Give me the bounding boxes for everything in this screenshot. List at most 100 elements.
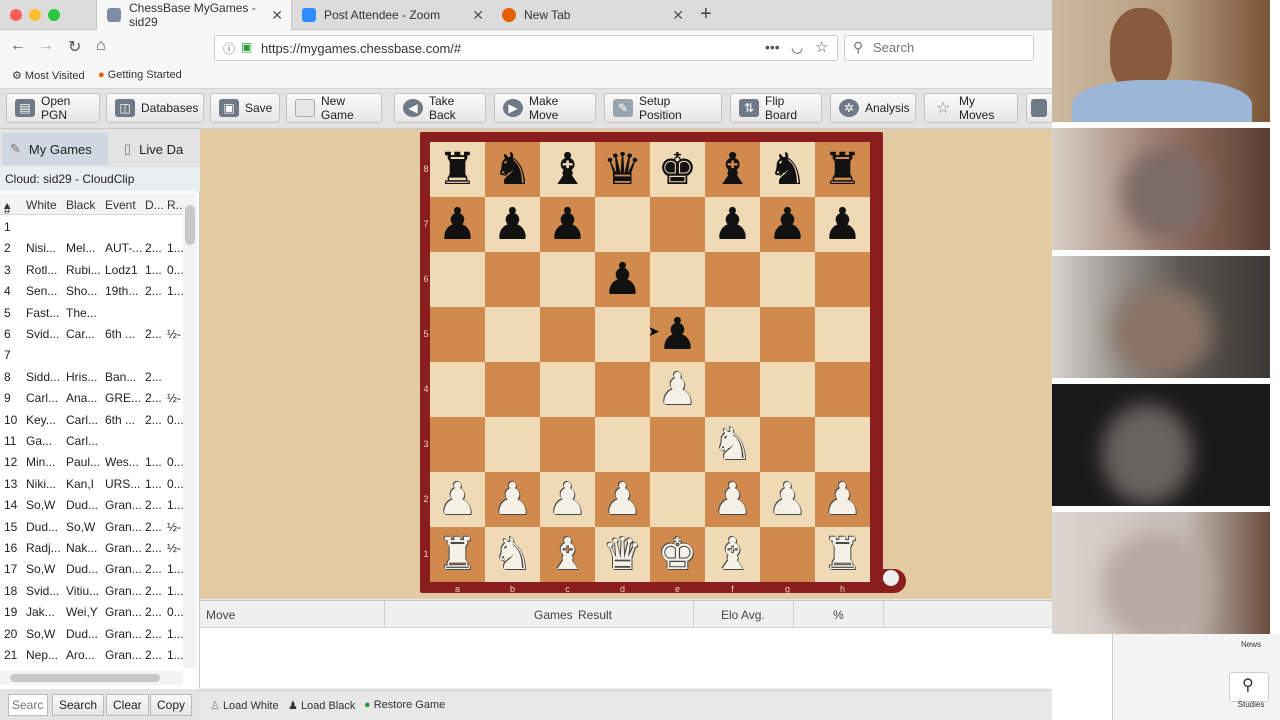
- square-a5[interactable]: [430, 307, 485, 362]
- black-bishop-icon[interactable]: ♝: [540, 142, 595, 197]
- bookmark-star-icon[interactable]: ☆: [815, 38, 828, 56]
- black-queen-icon[interactable]: ♛: [595, 142, 650, 197]
- white-pawn-icon[interactable]: ♟: [705, 472, 760, 527]
- tab-zoom[interactable]: Post Attendee - Zoom ✕: [292, 0, 492, 30]
- search-bar[interactable]: ⚲: [844, 35, 1034, 61]
- white-bishop-icon[interactable]: ♝: [540, 527, 595, 582]
- new-tab-icon[interactable]: +: [700, 3, 712, 26]
- game-search-input[interactable]: [8, 694, 48, 716]
- close-tab-icon[interactable]: ✕: [271, 7, 283, 24]
- tab-live-database[interactable]: ▯ Live Da: [116, 133, 200, 165]
- col-event[interactable]: Event: [105, 198, 136, 212]
- analysis-button[interactable]: ✲ Analysis: [830, 93, 916, 123]
- col-move[interactable]: Move: [206, 608, 235, 622]
- white-pawn-icon[interactable]: ♟: [595, 472, 650, 527]
- info-icon[interactable]: ⓘ: [223, 40, 235, 57]
- table-row[interactable]: 4 Sen... Sho... 19th... 2... 1...: [0, 280, 183, 301]
- square-h6[interactable]: [815, 252, 870, 307]
- chess-board[interactable]: ♜ ♞ ♝ ♛ ♚ ♝ ♞ ♜ ♟ ♟ ♟ ♟ ♟ ♟ ♟ ♟ ♟ ♞ ♟ ♟ ♟ ♟ ♟ ♟ ♟ ♜ ♞ ♝ ♛ ♚ ♝ ♜: [430, 142, 870, 582]
- black-king-icon[interactable]: ♚: [650, 142, 705, 197]
- table-row[interactable]: 1: [0, 216, 183, 237]
- col-black[interactable]: Black: [66, 198, 95, 212]
- square-a4[interactable]: [430, 362, 485, 417]
- bookmark-getting-started[interactable]: ● Getting Started: [98, 69, 182, 81]
- open-pgn-button[interactable]: ▤ Open PGN: [6, 93, 100, 123]
- table-row[interactable]: 5 Fast... The...: [0, 302, 183, 323]
- square-b5[interactable]: [485, 307, 540, 362]
- tab-chessbase[interactable]: ChessBase MyGames - sid29 ✕: [96, 0, 292, 30]
- black-knight-icon[interactable]: ♞: [760, 142, 815, 197]
- square-b3[interactable]: [485, 417, 540, 472]
- square-f5[interactable]: [705, 307, 760, 362]
- forward-icon[interactable]: →: [38, 37, 54, 55]
- white-pawn-icon[interactable]: ♟: [815, 472, 870, 527]
- square-h3[interactable]: [815, 417, 870, 472]
- home-icon[interactable]: ⌂: [96, 37, 106, 55]
- back-icon[interactable]: ←: [10, 37, 26, 55]
- table-row[interactable]: 15 Dud... So,W Gran... 2... ½-: [0, 516, 183, 537]
- white-rook-icon[interactable]: ♜: [815, 527, 870, 582]
- reload-icon[interactable]: ↻: [68, 37, 81, 57]
- square-e7[interactable]: [650, 197, 705, 252]
- black-knight-icon[interactable]: ♞: [485, 142, 540, 197]
- save-button[interactable]: ▣ Save: [210, 93, 280, 123]
- table-row[interactable]: 7: [0, 344, 183, 365]
- setup-position-button[interactable]: ✎ Setup Position: [604, 93, 722, 123]
- maximize-window-button[interactable]: [48, 9, 60, 21]
- white-knight-icon[interactable]: ♞: [705, 417, 760, 472]
- black-bishop-icon[interactable]: ♝: [705, 142, 760, 197]
- games-horizontal-scrollbar[interactable]: [0, 671, 183, 685]
- table-row[interactable]: 3 Rotl... Rubi... Lodz1 1... 0...: [0, 259, 183, 280]
- square-f6[interactable]: [705, 252, 760, 307]
- col-games[interactable]: Games: [534, 608, 573, 622]
- table-row[interactable]: 14 So,W Dud... Gran... 2... 1...: [0, 494, 183, 515]
- table-row[interactable]: 21 Nep... Aro... Gran... 2... 1...: [0, 644, 183, 665]
- tab-new[interactable]: New Tab ✕: [492, 0, 692, 30]
- square-c6[interactable]: [540, 252, 595, 307]
- board-resize-dot[interactable]: [883, 570, 899, 586]
- white-pawn-icon[interactable]: ♟: [485, 472, 540, 527]
- new-game-button[interactable]: New Game: [286, 93, 382, 123]
- black-pawn-icon[interactable]: ♟: [485, 197, 540, 252]
- table-row[interactable]: 6 Svid... Car... 6th ... 2... ½-: [0, 323, 183, 344]
- square-b6[interactable]: [485, 252, 540, 307]
- table-row[interactable]: 12 Min... Paul... Wes... 1... 0...: [0, 451, 183, 472]
- search-button[interactable]: Search: [52, 694, 105, 716]
- games-vertical-scrollbar[interactable]: [183, 193, 197, 668]
- restore-game-button[interactable]: ● Restore Game: [364, 699, 445, 711]
- table-row[interactable]: 13 Niki... Kan,I URS... 1... 0...: [0, 473, 183, 494]
- databases-button[interactable]: ◫ Databases: [106, 93, 204, 123]
- col-percent[interactable]: %: [833, 608, 844, 622]
- white-pawn-icon[interactable]: ♟: [540, 472, 595, 527]
- make-move-button[interactable]: ▶ Make Move: [494, 93, 596, 123]
- news-link[interactable]: News: [1223, 640, 1279, 649]
- square-d5[interactable]: [595, 307, 650, 362]
- white-king-icon[interactable]: ♚: [650, 527, 705, 582]
- url-bar[interactable]: ⓘ ▣ https://mygames.chessbase.com/# ••• …: [214, 35, 838, 61]
- square-b4[interactable]: [485, 362, 540, 417]
- square-g5[interactable]: [760, 307, 815, 362]
- table-row[interactable]: 11 Ga... Carl...: [0, 430, 183, 451]
- studies-button[interactable]: ⚲: [1229, 672, 1269, 702]
- square-a6[interactable]: [430, 252, 485, 307]
- table-row[interactable]: 8 Sidd... Hris... Ban... 2...: [0, 366, 183, 387]
- scroll-thumb[interactable]: [10, 674, 160, 682]
- clear-button[interactable]: Clear: [106, 694, 149, 716]
- square-g1[interactable]: [760, 527, 815, 582]
- square-c4[interactable]: [540, 362, 595, 417]
- table-row[interactable]: 16 Radj... Nak... Gran... 2... ½-: [0, 537, 183, 558]
- search-input[interactable]: [873, 40, 1023, 55]
- black-rook-icon[interactable]: ♜: [815, 142, 870, 197]
- black-pawn-icon[interactable]: ♟: [705, 197, 760, 252]
- take-back-button[interactable]: ◀ Take Back: [394, 93, 486, 123]
- col-white[interactable]: White: [26, 198, 57, 212]
- square-e2[interactable]: [650, 472, 705, 527]
- col-result[interactable]: Result: [578, 608, 612, 622]
- square-f4[interactable]: [705, 362, 760, 417]
- table-row[interactable]: 10 Key... Carl... 6th ... 2... 0...: [0, 409, 183, 430]
- copy-button[interactable]: Copy: [150, 694, 193, 716]
- table-row[interactable]: 18 Svid... Vitiu... Gran... 2... 1...: [0, 580, 183, 601]
- black-pawn-icon[interactable]: ♟: [815, 197, 870, 252]
- white-bishop-icon[interactable]: ♝: [705, 527, 760, 582]
- square-g6[interactable]: [760, 252, 815, 307]
